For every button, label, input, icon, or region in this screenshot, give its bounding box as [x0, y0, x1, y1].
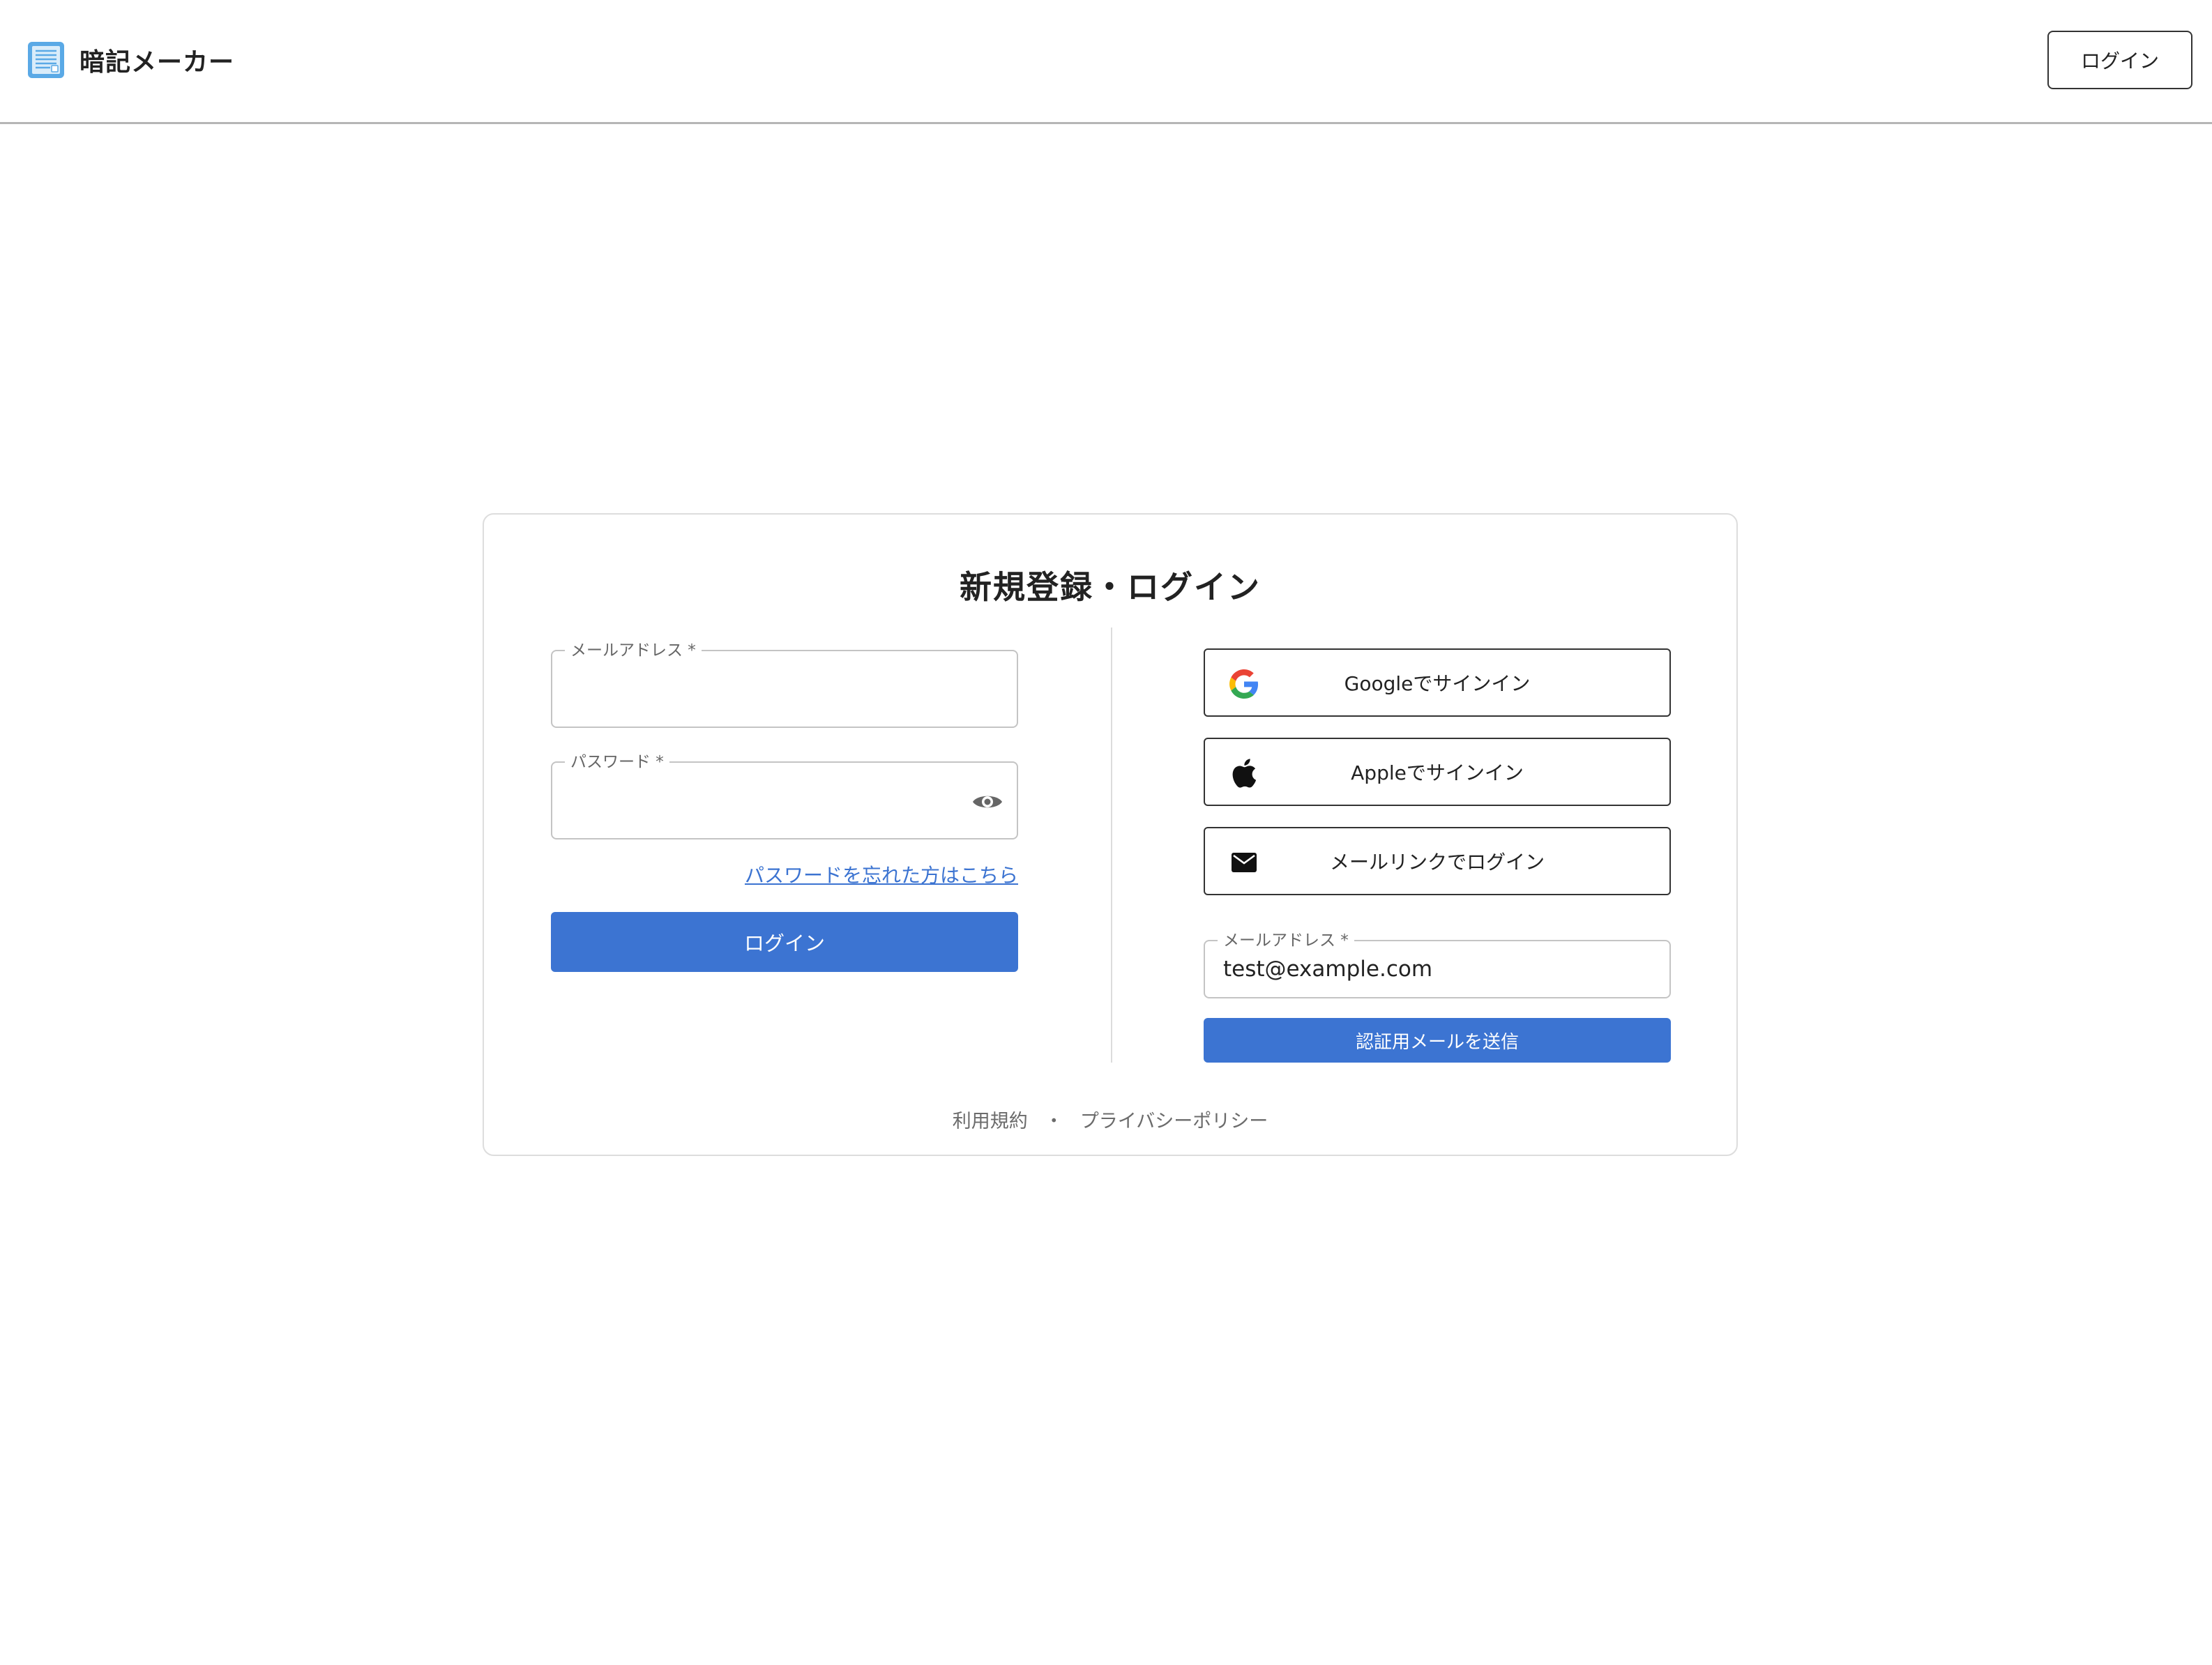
email-input[interactable]	[570, 651, 999, 727]
app-name: 暗記メーカー	[79, 48, 235, 77]
google-signin-button[interactable]: Googleでサインイン	[1204, 648, 1671, 717]
header-login-button[interactable]: ログイン	[2047, 31, 2192, 89]
google-signin-label: Googleでサインイン	[1344, 672, 1531, 695]
password-field[interactable]: パスワード *	[551, 752, 1018, 839]
email-field[interactable]: メールアドレス *	[551, 640, 1018, 728]
send-auth-mail-button[interactable]: 認証用メールを送信	[1204, 1018, 1671, 1063]
mail-link-login-button[interactable]: メールリンクでログイン	[1204, 827, 1671, 895]
apple-signin-button[interactable]: Appleでサインイン	[1204, 738, 1671, 806]
footer-separator: ・	[1044, 1111, 1063, 1132]
privacy-policy-link[interactable]: プライバシーポリシー	[1080, 1106, 1268, 1133]
password-input[interactable]	[570, 763, 958, 838]
app-header: 暗記メーカー ログイン	[0, 0, 2212, 124]
apple-signin-label: Appleでサインイン	[1351, 761, 1524, 784]
eye-icon[interactable]	[971, 786, 1004, 817]
column-divider	[1111, 628, 1112, 1063]
mail-link-email-field[interactable]: メールアドレス *	[1204, 930, 1671, 998]
brand[interactable]: 暗記メーカー	[26, 40, 234, 79]
auth-card: 新規登録・ログイン メールアドレス * パスワード * パスワードを忘れた方はこ…	[483, 513, 1738, 1156]
login-submit-button[interactable]: ログイン	[551, 912, 1018, 972]
notebook-icon	[28, 42, 64, 78]
terms-link[interactable]: 利用規約	[953, 1106, 1028, 1133]
card-title: 新規登録・ログイン	[960, 568, 1261, 606]
mail-link-email-input[interactable]	[1223, 941, 1651, 997]
mail-link-login-label: メールリンクでログイン	[1329, 851, 1545, 874]
forgot-password-link[interactable]: パスワードを忘れた方はこちら	[551, 860, 1018, 888]
footer-links: 利用規約 ・ プライバシーポリシー	[484, 1106, 1736, 1133]
